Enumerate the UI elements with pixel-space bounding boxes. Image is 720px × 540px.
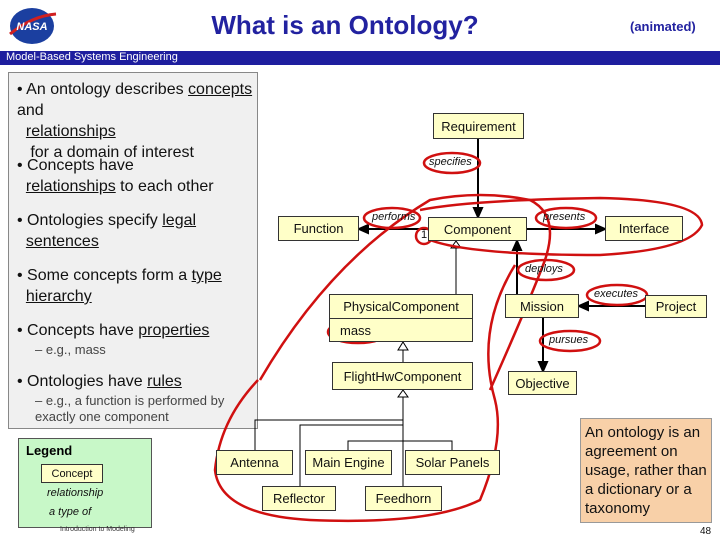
class-main-engine[interactable]: Main Engine bbox=[305, 450, 392, 475]
legend-title: Legend bbox=[26, 443, 73, 458]
class-requirement[interactable]: Requirement bbox=[433, 113, 524, 139]
relation-presents: presents bbox=[543, 211, 586, 223]
footer-text: Introduction to Modeling bbox=[60, 526, 135, 533]
page-number: 48 bbox=[700, 526, 712, 537]
legend-concept: Concept bbox=[41, 464, 103, 483]
class-flighthw-component[interactable]: FlightHwComponent bbox=[332, 362, 473, 390]
attribute-mass[interactable]: mass bbox=[329, 318, 473, 342]
class-reflector[interactable]: Reflector bbox=[262, 486, 336, 511]
relation-specifies: specifies bbox=[429, 156, 472, 168]
class-solar-panels[interactable]: Solar Panels bbox=[405, 450, 500, 475]
legend-type-of: a type of bbox=[49, 506, 92, 518]
class-component[interactable]: Component bbox=[428, 217, 527, 241]
relation-deploys: deploys bbox=[525, 263, 563, 275]
class-interface[interactable]: Interface bbox=[605, 216, 683, 241]
class-project[interactable]: Project bbox=[645, 295, 707, 318]
legend-relationship: relationship bbox=[47, 487, 104, 499]
multiplicity: 1 bbox=[421, 229, 428, 241]
legend: Legend Concept relationship a type of bbox=[18, 438, 152, 528]
class-antenna[interactable]: Antenna bbox=[216, 450, 293, 475]
class-objective[interactable]: Objective bbox=[508, 371, 577, 395]
relation-pursues: pursues bbox=[549, 334, 589, 346]
class-physical-component[interactable]: PhysicalComponent bbox=[329, 294, 473, 319]
class-feedhorn[interactable]: Feedhorn bbox=[365, 486, 442, 511]
relation-performs: performs bbox=[372, 211, 416, 223]
class-mission[interactable]: Mission bbox=[505, 294, 579, 318]
relation-executes: executes bbox=[594, 288, 639, 300]
note-box: An ontology is an agreement on usage, ra… bbox=[580, 418, 712, 523]
class-function[interactable]: Function bbox=[278, 216, 359, 241]
